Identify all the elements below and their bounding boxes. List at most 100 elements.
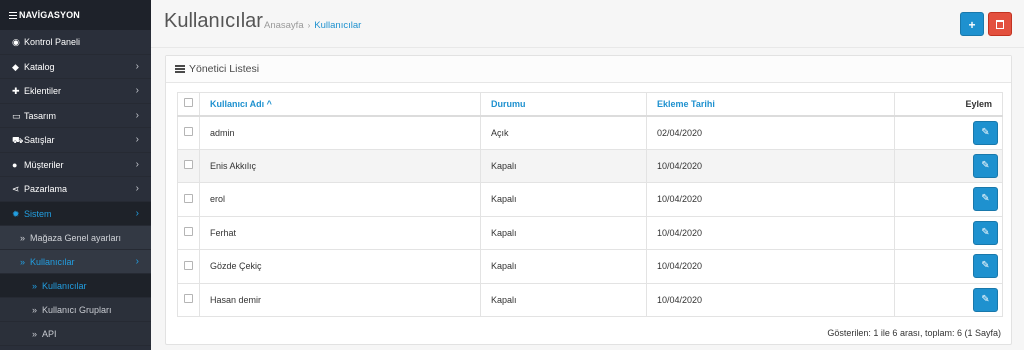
add-user-button[interactable]: +: [960, 12, 984, 36]
sidebar-item-design[interactable]: ▭ Tasarım ›: [0, 104, 151, 128]
page-header: Kullanıcılar Anasayfa › Kullanıcılar +: [151, 0, 1024, 48]
pencil-icon: ✎: [981, 126, 990, 138]
table-row: erol Kapalı 10/04/2020 ✎: [177, 182, 1003, 217]
pencil-icon: ✎: [981, 260, 990, 272]
table-row: Enis Akkılıç Kapalı 10/04/2020 ✎: [177, 148, 1003, 183]
username-cell: erol: [199, 182, 481, 217]
status-cell: Kapalı: [480, 148, 647, 183]
page-title: Kullanıcılar: [164, 10, 263, 32]
edit-button[interactable]: ✎: [973, 287, 998, 312]
plus-icon: +: [968, 18, 976, 32]
row-checkbox[interactable]: [184, 227, 193, 237]
main-content: Kullanıcılar Anasayfa › Kullanıcılar + Yön…: [151, 0, 1024, 350]
column-header-action: Eylem: [894, 92, 1003, 117]
sidebar-item-extensions[interactable]: ✚ Eklentiler ›: [0, 79, 151, 104]
row-checkbox[interactable]: [184, 193, 193, 203]
username-cell: Ferhat: [199, 215, 481, 250]
breadcrumb-home-link[interactable]: Anasayfa: [264, 20, 304, 31]
chevron-right-icon: ›: [135, 256, 139, 267]
sidebar-item-dashboard[interactable]: ◉ Kontrol Paneli: [0, 30, 151, 55]
date-cell: 10/04/2020: [646, 282, 895, 317]
double-chevron-icon: »: [32, 281, 38, 291]
sidebar-item-catalog[interactable]: ◆ Katalog ›: [0, 55, 151, 79]
pencil-icon: ✎: [981, 293, 990, 305]
trash-icon: [996, 20, 1004, 29]
row-checkbox[interactable]: [184, 160, 193, 170]
sidebar-item-sales[interactable]: ⛟Satışlar ›: [0, 128, 151, 153]
date-cell: 10/04/2020: [646, 182, 895, 217]
table-header-row: Kullanıcı Adı ^ Durumu Ekleme Tarihi Eyl…: [177, 92, 1003, 117]
user-icon: ●: [12, 159, 18, 170]
status-cell: Kapalı: [480, 282, 647, 317]
sidebar-item-system[interactable]: ✹ Sistem ›: [0, 201, 151, 226]
edit-button[interactable]: ✎: [973, 120, 998, 145]
column-header-date-added[interactable]: Ekleme Tarihi: [646, 92, 895, 117]
pagination-summary: Gösterilen: 1 ile 6 arası, toplam: 6 (1 …: [827, 328, 1001, 338]
status-cell: Kapalı: [480, 182, 647, 217]
puzzle-icon: ✚: [12, 86, 20, 96]
sidebar-subitem-users[interactable]: » Kullanıcılar ›: [0, 250, 151, 274]
row-checkbox[interactable]: [184, 127, 193, 136]
share-icon: ⋖: [12, 184, 20, 194]
sidebar-subsubitem-users[interactable]: » Kullanıcılar: [0, 274, 151, 298]
users-table: Kullanıcı Adı ^ Durumu Ekleme Tarihi Eyl…: [177, 92, 1003, 317]
column-header-username[interactable]: Kullanıcı Adı ^: [199, 92, 481, 117]
date-cell: 02/04/2020: [646, 115, 895, 150]
status-cell: Kapalı: [480, 215, 647, 250]
sidebar-subsubitem-user-groups[interactable]: » Kullanıcı Grupları: [0, 298, 151, 322]
row-checkbox[interactable]: [184, 294, 193, 304]
gear-icon: ✹: [12, 208, 20, 219]
cart-icon: ⛟: [12, 135, 24, 145]
chevron-right-icon: ›: [135, 158, 139, 170]
date-cell: 10/04/2020: [646, 148, 895, 183]
table-row: Ferhat Kapalı 10/04/2020 ✎: [177, 215, 1003, 250]
table-row: admin Açık 02/04/2020 ✎: [177, 115, 1003, 150]
chevron-right-icon: ›: [135, 183, 139, 194]
status-cell: Açık: [480, 115, 647, 150]
desktop-icon: ▭: [12, 110, 21, 121]
breadcrumb: Anasayfa › Kullanıcılar: [264, 20, 361, 31]
double-chevron-icon: »: [20, 257, 26, 267]
username-cell: Gözde Çekiç: [199, 249, 481, 284]
breadcrumb-separator: ›: [307, 21, 311, 30]
status-cell: Kapalı: [480, 249, 647, 284]
sidebar-item-customers[interactable]: ● Müşteriler ›: [0, 153, 151, 177]
sidebar-item-marketing[interactable]: ⋖ Pazarlama ›: [0, 177, 151, 202]
double-chevron-icon: »: [32, 329, 38, 339]
username-cell: admin: [199, 115, 481, 150]
pencil-icon: ✎: [981, 193, 990, 205]
list-icon: [175, 64, 185, 75]
date-cell: 10/04/2020: [646, 215, 895, 250]
date-cell: 10/04/2020: [646, 249, 895, 284]
row-checkbox[interactable]: [184, 260, 193, 270]
sidebar-subitem-store-settings[interactable]: » Mağaza Genel ayarları: [0, 226, 151, 250]
chevron-right-icon: ›: [135, 207, 139, 219]
tag-icon: ◆: [12, 61, 19, 72]
panel-heading: Yönetici Listesi: [166, 56, 1011, 83]
table-row: Gözde Çekiç Kapalı 10/04/2020 ✎: [177, 249, 1003, 284]
pencil-icon: ✎: [981, 159, 990, 171]
table-row: Hasan demir Kapalı 10/04/2020 ✎: [177, 282, 1003, 317]
delete-button[interactable]: [988, 12, 1012, 36]
nav-heading: NAVİGASYON: [0, 0, 151, 30]
chevron-right-icon: ›: [135, 60, 139, 72]
column-header-status[interactable]: Durumu: [480, 92, 647, 117]
edit-button[interactable]: ✎: [973, 187, 998, 212]
chevron-right-icon: ›: [135, 109, 139, 121]
double-chevron-icon: »: [32, 305, 38, 315]
hamburger-icon: [9, 10, 17, 21]
sidebar-subsubitem-api[interactable]: » API: [0, 322, 151, 346]
breadcrumb-current-link[interactable]: Kullanıcılar: [314, 20, 361, 31]
chevron-right-icon: ›: [135, 134, 139, 145]
edit-button[interactable]: ✎: [973, 220, 998, 245]
sidebar: NAVİGASYON ◉ Kontrol Paneli ◆ Katalog › ✚ E…: [0, 0, 151, 350]
admin-list-panel: Yönetici Listesi Kullanıcı Adı ^ Durumu …: [165, 55, 1012, 345]
username-cell: Enis Akkılıç: [199, 148, 481, 183]
select-all-checkbox[interactable]: [184, 98, 193, 108]
select-all-cell: [177, 92, 200, 117]
edit-button[interactable]: ✎: [973, 153, 998, 178]
chevron-right-icon: ›: [135, 85, 139, 96]
edit-button[interactable]: ✎: [973, 254, 998, 279]
username-cell: Hasan demir: [199, 282, 481, 317]
pencil-icon: ✎: [981, 226, 990, 238]
